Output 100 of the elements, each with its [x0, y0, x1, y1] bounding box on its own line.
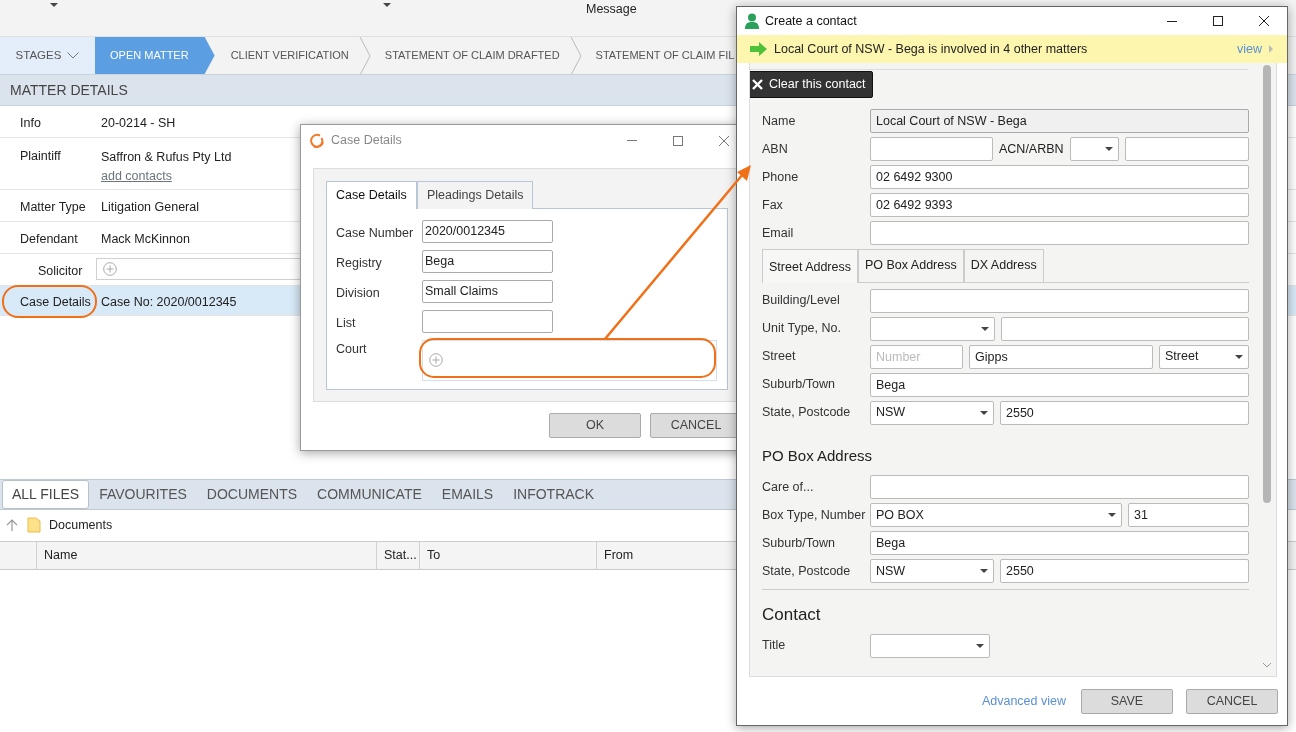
dropdown[interactable]: [870, 633, 990, 658]
dropdown[interactable]: [870, 316, 995, 341]
dialog-tab[interactable]: Case Details: [326, 181, 417, 209]
input-field[interactable]: Bega: [422, 249, 553, 273]
field-value: 20-0214 - SH: [101, 115, 176, 132]
input-field[interactable]: Bega: [870, 531, 1249, 556]
dropdown[interactable]: Street: [1159, 344, 1249, 369]
dropdown[interactable]: PO BOX: [870, 503, 1122, 528]
caret-icon: [1104, 147, 1113, 151]
section-heading: Contact: [762, 604, 822, 627]
person-icon: [745, 13, 759, 29]
field-label: ACN/ARBN: [999, 140, 1064, 158]
input-field[interactable]: [870, 475, 1249, 500]
caret-icon: [1108, 513, 1116, 518]
chevron-separator: [358, 37, 371, 75]
field-value: Case No: 2020/0012345: [101, 294, 237, 311]
input-field[interactable]: 2550: [1000, 400, 1249, 425]
field-label: Building/Level: [762, 292, 841, 310]
column-header[interactable]: Name: [36, 541, 376, 569]
clear-contact-button[interactable]: Clear this contact: [750, 71, 873, 98]
input-field[interactable]: 2550: [1000, 559, 1249, 584]
dialog-tab[interactable]: Pleadings Details: [416, 181, 534, 209]
close-icon: [1259, 16, 1269, 26]
field-label: State, Postcode: [762, 562, 852, 580]
caret-icon: [976, 643, 984, 648]
stages-dropdown[interactable]: STAGES: [0, 37, 95, 74]
address-tab[interactable]: PO Box Address: [858, 249, 964, 282]
field-label: Suburb/Town: [762, 376, 836, 394]
window-title: Create a contact: [765, 12, 857, 30]
input-field[interactable]: [1124, 137, 1249, 161]
field-label: Court: [336, 340, 368, 358]
input-field[interactable]: Small Claims: [422, 279, 553, 303]
column-header[interactable]: Stat...: [376, 541, 419, 569]
input-field[interactable]: Local Court of NSW - Bega: [870, 109, 1249, 133]
caret-icon: [981, 326, 989, 331]
dialog-button[interactable]: SAVE: [1081, 689, 1173, 714]
field-label: Info: [20, 116, 41, 130]
input-field[interactable]: [422, 309, 553, 333]
address-tab[interactable]: DX Address: [963, 249, 1044, 282]
dropdown[interactable]: [1069, 137, 1119, 161]
add-icon[interactable]: [429, 353, 443, 368]
caret-right-icon: [1269, 45, 1273, 53]
input-field[interactable]: [870, 137, 993, 161]
field-value: Saffron & Rufus Pty Ltd: [101, 149, 232, 166]
input-field[interactable]: [870, 221, 1249, 245]
field-label: Box Type, Number: [762, 506, 867, 524]
field-label: Unit Type, No.: [762, 320, 842, 338]
field-label: Case Details: [20, 295, 91, 309]
column-header[interactable]: To: [419, 541, 596, 569]
breadcrumb-item[interactable]: Documents: [49, 515, 113, 535]
field-label: Fax: [762, 196, 784, 214]
notice-text: Local Court of NSW - Bega is involved in 4 other matters: [774, 40, 1088, 58]
chevron-separator: [569, 37, 582, 75]
maximize-icon: [1213, 16, 1223, 26]
caret-icon: [383, 3, 391, 7]
files-tab[interactable]: FAVOURITES: [89, 479, 197, 509]
field-label: Title: [762, 637, 787, 655]
add-contacts-link[interactable]: add contacts: [101, 166, 232, 186]
field-label: State, Postcode: [762, 404, 852, 422]
stage-step[interactable]: STATEMENT OF CLAIM DRAFTED: [370, 37, 570, 74]
dialog-button[interactable]: OK: [549, 413, 641, 438]
field-label: Solicitor: [38, 264, 83, 278]
caret-icon: [1235, 354, 1243, 359]
address-tab[interactable]: Street Address: [762, 249, 858, 283]
up-arrow-icon[interactable]: [5, 518, 19, 532]
minimize-icon: [1167, 20, 1177, 22]
dialog-button[interactable]: CANCEL: [1186, 689, 1278, 714]
input-field[interactable]: 31: [1128, 503, 1249, 528]
files-tab[interactable]: ALL FILES: [2, 479, 90, 509]
chevron-down-icon: [67, 52, 80, 59]
stage-step[interactable]: CLIENT VERIFICATION: [216, 37, 359, 74]
files-tab[interactable]: EMAILS: [431, 479, 504, 509]
input-field[interactable]: 02 6492 9300: [870, 165, 1249, 189]
close-icon: [719, 135, 729, 146]
input-field[interactable]: Gipps: [969, 344, 1153, 369]
input-field[interactable]: 2020/0012345: [422, 219, 553, 243]
add-icon[interactable]: [103, 262, 117, 276]
dropdown[interactable]: NSW: [870, 400, 994, 425]
folder-icon: [27, 517, 41, 533]
field-label: Division: [336, 284, 381, 302]
field-value: Litigation General: [101, 199, 199, 216]
close-icon: [752, 79, 763, 90]
input-field[interactable]: Bega: [870, 372, 1249, 397]
files-tab[interactable]: COMMUNICATE: [307, 479, 432, 509]
field-label: ABN: [762, 140, 789, 158]
input-field[interactable]: 02 6492 9393: [870, 193, 1249, 217]
window-title: Case Details: [331, 132, 402, 150]
files-tab[interactable]: DOCUMENTS: [196, 479, 308, 509]
field-label: Defendant: [20, 232, 78, 246]
files-tab[interactable]: INFOTRACK: [503, 479, 605, 509]
minimize-icon: [627, 140, 637, 141]
field-label: Suburb/Town: [762, 534, 836, 552]
field-label: Case Number: [336, 224, 415, 242]
input-field[interactable]: [1001, 316, 1249, 341]
input-field[interactable]: [870, 288, 1249, 313]
field-label: Phone: [762, 168, 800, 186]
dropdown[interactable]: NSW: [870, 559, 994, 584]
add-field[interactable]: [96, 258, 301, 280]
field-label: Name: [762, 112, 797, 130]
input-field[interactable]: Number: [870, 344, 963, 369]
